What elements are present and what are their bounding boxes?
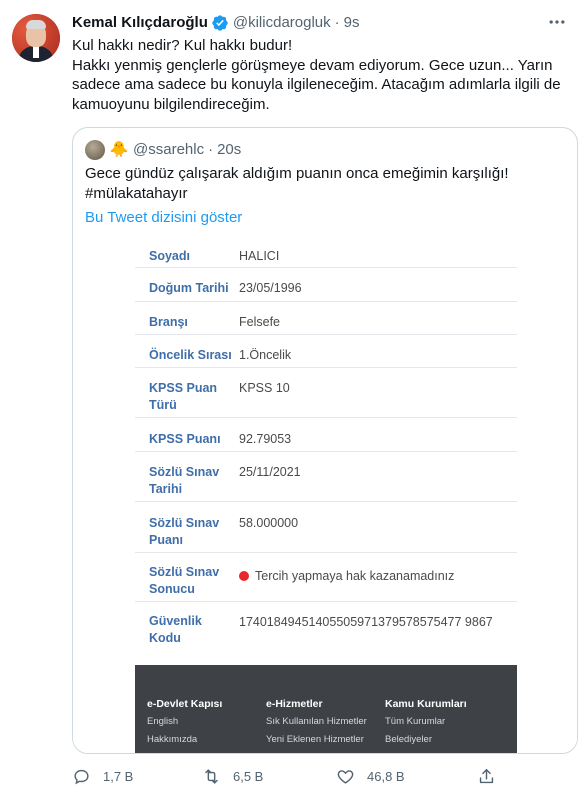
tweet-actions: 1,7 B 6,5 B 46,8 B [72,764,568,788]
footer-title: e-Hizmetler [266,698,323,710]
quoted-tweet[interactable]: 🐥 @ssarehlc · 20s Gece gündüz çalışarak … [72,127,578,754]
form-value: HALICI [239,249,280,263]
form-label: KPSS Puan Türü [149,381,218,412]
form-value: Tercih yapmaya hak kazanamadınız [255,569,455,583]
status-red-dot-icon [239,571,249,581]
footer-item: Sık Kullanılan Hizmetler [266,716,367,727]
tweet-time[interactable]: 9s [344,13,360,33]
form-label: Branşı [149,315,188,329]
tweet-header: Kemal Kılıçdaroğlu @kilicdarogluk · 9s [72,13,359,33]
tweet-text-line: Kul hakkı nedir? Kul hakkı budur! [72,37,293,54]
reply-button[interactable]: 1,7 B [72,764,133,788]
form-row: Öncelik Sırası 1.Öncelik [135,335,517,368]
like-button[interactable]: 46,8 B [336,764,405,788]
form-row: Sözlü Sınav Tarihi 25/11/2021 [135,452,517,502]
separator-dot: · [334,14,340,31]
form-value: 92.79053 [239,432,292,446]
footer-item: Belediyeler [385,734,432,745]
form-value-status: Tercih yapmaya hak kazanamadınız [239,568,454,585]
form-row: KPSS Puanı 92.79053 [135,418,517,452]
share-button[interactable] [477,764,508,788]
heart-icon [337,769,354,784]
quoted-tweet-header: 🐥 @ssarehlc · 20s [85,140,241,160]
form-value: 25/11/2021 [239,465,301,479]
form-label: Öncelik Sırası [149,348,232,362]
form-label: Sözlü Sınav Sonucu [149,565,220,596]
form-label: KPSS Puanı [149,432,221,446]
share-icon [479,768,494,783]
footer-title: Kamu Kurumları [385,698,467,710]
form-label: Doğum Tarihi [149,281,229,295]
author-handle[interactable]: @kilicdarogluk [233,13,331,33]
form-row: Sözlü Sınav Puanı 58.000000 [135,502,517,553]
tweet[interactable]: Kemal Kılıçdaroğlu @kilicdarogluk · 9s K… [0,0,584,795]
quoted-name-emoji: 🐥 [109,141,129,158]
footer-column: Kamu Kurumları Tüm Kurumlar Belediyeler [385,697,467,747]
form-row: Soyadı HALICI [135,235,517,268]
form-value: 23/05/1996 [239,281,302,295]
form-label: Sözlü Sınav Tarihi [149,465,220,496]
quoted-time[interactable]: 20s [217,140,241,160]
quoted-text-line: Gece gündüz çalışarak aldığım puanın onc… [85,165,509,182]
footer-column: e-Devlet Kapısı English Hakkımızda [147,697,222,747]
like-count: 46,8 B [367,768,405,784]
more-options-button[interactable] [542,10,572,34]
footer-item: English [147,716,179,727]
quoted-handle[interactable]: @ssarehlc [133,140,204,160]
form-row: Güvenlik Kodu 17401849451405505971379578… [135,602,517,652]
reply-icon [74,769,89,784]
form-value: Felsefe [239,315,280,329]
show-thread-link[interactable]: Bu Tweet dizisini göster [85,208,242,228]
retweet-count: 6,5 B [233,768,264,784]
tweet-text: Kul hakkı nedir? Kul hakkı budur! Hakkı … [72,36,568,114]
form-row: Sözlü Sınav Sonucu Tercih yapmaya hak ka… [135,553,517,602]
form-value: 58.000000 [239,516,299,530]
form-value: KPSS 10 [239,381,290,395]
form-label: Güvenlik Kodu [149,614,202,645]
quoted-tweet-text: Gece gündüz çalışarak aldığım puanın onc… [85,164,565,204]
form-label: Sözlü Sınav Puanı [149,516,220,547]
quoted-avatar[interactable] [85,140,105,160]
edevlet-footer: e-Devlet Kapısı English Hakkımızda e-Hiz… [135,665,517,753]
footer-item: Tüm Kurumlar [385,716,446,727]
more-icon [549,20,565,24]
retweet-icon [205,768,218,784]
form-value: 1.Öncelik [239,348,292,362]
footer-column: e-Hizmetler Sık Kullanılan Hizmetler Yen… [266,697,367,747]
author-name[interactable]: Kemal Kılıçdaroğlu [72,13,208,33]
author-avatar[interactable] [12,14,60,62]
separator-dot: · [208,141,214,158]
quoted-media-image[interactable]: Soyadı HALICI Doğum Tarihi 23/05/1996 Br… [73,235,577,753]
form-row: Branşı Felsefe [135,302,517,335]
footer-title: e-Devlet Kapısı [147,698,223,710]
form-label: Soyadı [149,249,190,263]
form-value: 17401849451405505971379578575477 9867 [239,615,493,629]
footer-item: Yeni Eklenen Hizmetler [266,734,364,745]
form-row: Doğum Tarihi 23/05/1996 [135,268,517,302]
retweet-button[interactable]: 6,5 B [202,764,263,788]
verified-badge-icon [212,15,228,31]
quoted-hashtag[interactable]: #mülakatahayır [85,184,565,204]
form-row: KPSS Puan Türü KPSS 10 [135,368,517,418]
tweet-text-line: Hakkı yenmiş gençlerle görüşmeye devam e… [72,56,561,113]
footer-item: Hakkımızda [147,734,198,745]
reply-count: 1,7 B [103,768,134,784]
